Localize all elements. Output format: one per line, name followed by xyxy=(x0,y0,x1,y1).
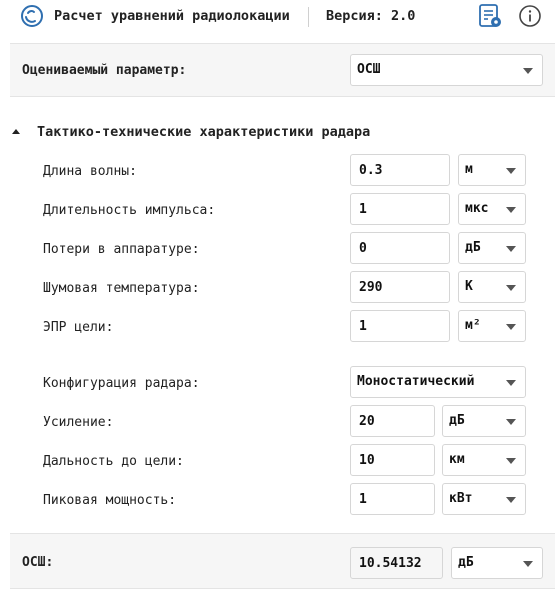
chevron-down-icon xyxy=(506,207,516,213)
gain-input[interactable] xyxy=(350,405,435,437)
chevron-down-icon xyxy=(506,458,516,464)
chevron-down-icon xyxy=(506,380,516,386)
result-panel: ОСШ: дБ xyxy=(10,533,555,589)
section-toggle[interactable]: Тактико-технические характеристики радар… xyxy=(8,120,408,144)
peak-power-label: Пиковая мощность: xyxy=(43,493,177,508)
header-divider xyxy=(308,7,309,27)
noise-temp-label: Шумовая температура: xyxy=(43,281,200,296)
app-logo-icon xyxy=(21,5,43,27)
report-settings-icon[interactable] xyxy=(477,3,503,29)
pulse-width-label: Длительность импульса: xyxy=(43,203,216,218)
caret-up-icon xyxy=(12,129,20,134)
target-range-unit-select[interactable]: км xyxy=(442,444,526,476)
chevron-down-icon xyxy=(506,285,516,291)
chevron-down-icon xyxy=(523,561,533,567)
rcs-input[interactable] xyxy=(350,310,450,342)
app-title: Расчет уравнений радиолокации xyxy=(54,8,290,24)
wavelength-unit-select[interactable]: м xyxy=(458,154,526,186)
estimated-param-value: ОСШ xyxy=(357,62,381,77)
estimated-param-label: Оцениваемый параметр: xyxy=(22,63,187,78)
radar-config-select[interactable]: Моностатический xyxy=(350,366,526,398)
rcs-unit-select[interactable]: м² xyxy=(458,310,526,342)
radar-config-value: Моностатический xyxy=(357,374,475,389)
rcs-unit: м² xyxy=(465,318,481,333)
estimated-param-panel: Оцениваемый параметр: ОСШ xyxy=(10,43,555,97)
pulse-width-unit: мкс xyxy=(465,201,489,216)
chevron-down-icon xyxy=(506,324,516,330)
wavelength-label: Длина волны: xyxy=(43,164,137,179)
chevron-down-icon xyxy=(506,497,516,503)
target-range-label: Дальность до цели: xyxy=(43,454,184,469)
peak-power-unit-select[interactable]: кВт xyxy=(442,483,526,515)
chevron-down-icon xyxy=(506,419,516,425)
info-icon[interactable] xyxy=(518,4,542,28)
target-range-unit: км xyxy=(449,452,465,467)
wavelength-unit: м xyxy=(465,162,473,177)
gain-label: Усиление: xyxy=(43,415,114,430)
result-unit-select[interactable]: дБ xyxy=(451,547,543,579)
pulse-width-input[interactable] xyxy=(350,193,450,225)
estimated-param-select[interactable]: ОСШ xyxy=(350,54,543,86)
pulse-width-unit-select[interactable]: мкс xyxy=(458,193,526,225)
rcs-label: ЭПР цели: xyxy=(43,320,114,335)
target-range-input[interactable] xyxy=(350,444,435,476)
result-output[interactable] xyxy=(350,547,443,579)
noise-temp-unit-select[interactable]: К xyxy=(458,271,526,303)
losses-unit-select[interactable]: дБ xyxy=(458,232,526,264)
gain-unit: дБ xyxy=(449,413,465,428)
gain-unit-select[interactable]: дБ xyxy=(442,405,526,437)
radar-config-label: Конфигурация радара: xyxy=(43,376,200,391)
section-title: Тактико-технические характеристики радар… xyxy=(37,124,371,140)
peak-power-input[interactable] xyxy=(350,483,435,515)
noise-temp-unit: К xyxy=(465,279,473,294)
app-header: Расчет уравнений радиолокации Версия: 2.… xyxy=(0,0,560,36)
losses-label: Потери в аппаратуре: xyxy=(43,242,200,257)
peak-power-unit: кВт xyxy=(449,491,473,506)
noise-temp-input[interactable] xyxy=(350,271,450,303)
wavelength-input[interactable] xyxy=(350,154,450,186)
result-unit: дБ xyxy=(458,555,474,570)
version-label: Версия: 2.0 xyxy=(326,8,416,24)
chevron-down-icon xyxy=(506,246,516,252)
chevron-down-icon xyxy=(523,68,533,74)
losses-input[interactable] xyxy=(350,232,450,264)
chevron-down-icon xyxy=(506,168,516,174)
result-label: ОСШ: xyxy=(22,555,54,570)
losses-unit: дБ xyxy=(465,240,481,255)
